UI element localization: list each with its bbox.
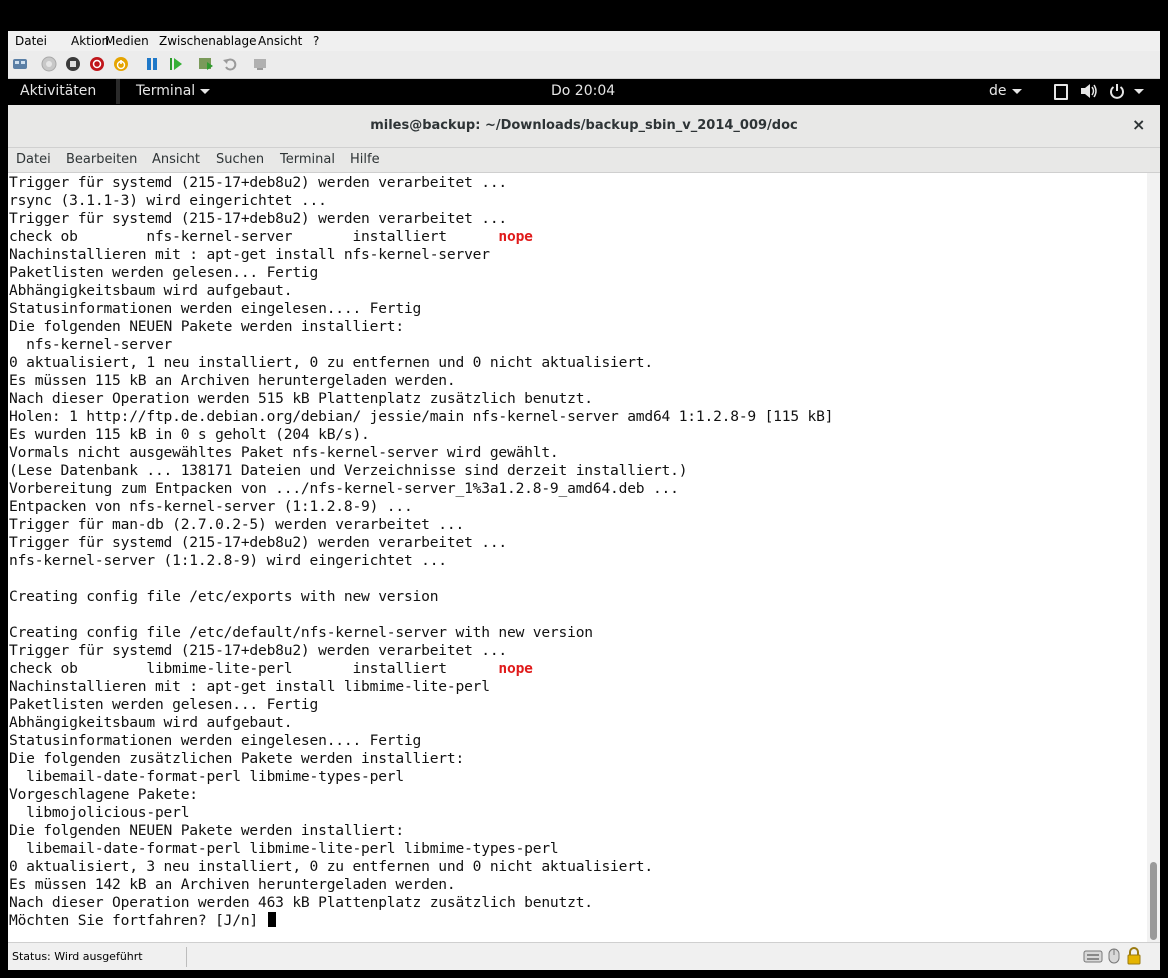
terminal-line: 0 aktualisiert, 3 neu installiert, 0 zu … bbox=[9, 858, 653, 875]
pause-icon[interactable] bbox=[144, 56, 160, 72]
terminal-line: Paketlisten werden gelesen... Fertig bbox=[9, 696, 319, 713]
terminal-line: Trigger für systemd (215-17+deb8u2) werd… bbox=[9, 210, 507, 227]
terminal-line: check ob nfs-kernel-server installiert n… bbox=[9, 228, 533, 245]
terminal-line: libemail-date-format-perl libmime-lite-p… bbox=[9, 840, 559, 857]
checkpoint-icon[interactable] bbox=[198, 56, 214, 72]
host-menu-zwischenablage[interactable]: Zwischenablage bbox=[159, 34, 256, 48]
turn-off-icon[interactable] bbox=[65, 56, 81, 72]
keyboard-layout[interactable]: de bbox=[989, 83, 1007, 99]
activities-button[interactable]: Aktivitäten bbox=[20, 83, 96, 99]
host-menu-aktion[interactable]: Aktion bbox=[71, 34, 109, 48]
host-menu-ansicht[interactable]: Ansicht bbox=[258, 34, 302, 48]
terminal-line: Vormals nicht ausgewähltes Paket nfs-ker… bbox=[9, 444, 559, 461]
app-menu-terminal[interactable]: Terminal bbox=[136, 83, 195, 99]
ctrl-alt-del-icon[interactable] bbox=[12, 56, 28, 72]
terminal-line: Creating config file /etc/exports with n… bbox=[9, 588, 439, 605]
terminal-titlebar: miles@backup: ~/Downloads/backup_sbin_v_… bbox=[8, 105, 1160, 148]
terminal-line: Abhängigkeitsbaum wird aufgebaut. bbox=[9, 282, 293, 299]
terminal-line: Die folgenden NEUEN Pakete werden instal… bbox=[9, 822, 404, 839]
terminal-menubar: Datei Bearbeiten Ansicht Suchen Terminal… bbox=[8, 148, 1160, 173]
terminal-line: Vorgeschlagene Pakete: bbox=[9, 786, 198, 803]
status-nope-label: nope bbox=[498, 660, 533, 677]
terminal-line: Es müssen 142 kB an Archiven heruntergel… bbox=[9, 876, 456, 893]
terminal-line: Vorbereitung zum Entpacken von .../nfs-k… bbox=[9, 480, 679, 497]
power-icon[interactable] bbox=[1109, 83, 1125, 99]
terminal-line: rsync (3.1.1-3) wird eingerichtet ... bbox=[9, 192, 327, 209]
scrollbar[interactable] bbox=[1147, 173, 1160, 942]
terminal-line: Trigger für systemd (215-17+deb8u2) werd… bbox=[9, 174, 507, 191]
terminal-line: Trigger für systemd (215-17+deb8u2) werd… bbox=[9, 534, 507, 551]
host-statusbar: Status: Wird ausgeführt bbox=[8, 942, 1160, 970]
lock-icon bbox=[1127, 947, 1141, 965]
enhanced-session-icon[interactable] bbox=[252, 56, 268, 72]
system-menu-chevron-down-icon[interactable] bbox=[1134, 89, 1144, 94]
host-menu-datei[interactable]: Datei bbox=[15, 34, 47, 48]
terminal-line: libmojolicious-perl bbox=[9, 804, 190, 821]
terminal-line: nfs-kernel-server (1:1.2.8-9) wird einge… bbox=[9, 552, 447, 569]
terminal-line: Nachinstallieren mit : apt-get install l… bbox=[9, 678, 490, 695]
window-title: miles@backup: ~/Downloads/backup_sbin_v_… bbox=[370, 118, 798, 133]
keyboard-icon bbox=[1083, 950, 1103, 963]
terminal-line: (Lese Datenbank ... 138171 Dateien und V… bbox=[9, 462, 688, 479]
terminal-output[interactable]: Trigger für systemd (215-17+deb8u2) werd… bbox=[8, 173, 1147, 942]
terminal-line: 0 aktualisiert, 1 neu installiert, 0 zu … bbox=[9, 354, 653, 371]
terminal-line: check ob libmime-lite-perl installiert n… bbox=[9, 660, 533, 677]
start-icon[interactable] bbox=[41, 56, 57, 72]
terminal-line: nfs-kernel-server bbox=[9, 336, 173, 353]
status-nope-label: nope bbox=[498, 228, 533, 245]
terminal-line: Die folgenden NEUEN Pakete werden instal… bbox=[9, 318, 404, 335]
shutdown-icon[interactable] bbox=[89, 56, 105, 72]
terminal-line: Möchten Sie fortfahren? [J/n] bbox=[9, 912, 276, 930]
terminal-line: Nach dieser Operation werden 463 kB Plat… bbox=[9, 894, 593, 911]
terminal-line: Entpacken von nfs-kernel-server (1:1.2.8… bbox=[9, 498, 413, 515]
clock[interactable]: Do 20:04 bbox=[551, 83, 615, 99]
window-overview-icon[interactable] bbox=[1054, 84, 1068, 100]
terminal-line: libemail-date-format-perl libmime-types-… bbox=[9, 768, 404, 785]
menu-bearbeiten[interactable]: Bearbeiten bbox=[66, 152, 137, 167]
host-menubar: Datei Aktion Medien Zwischenablage Ansic… bbox=[8, 31, 1160, 51]
host-toolbar bbox=[8, 51, 1160, 79]
menu-terminal[interactable]: Terminal bbox=[280, 152, 335, 167]
resume-icon[interactable] bbox=[168, 56, 184, 72]
terminal-line: Statusinformationen werden eingelesen...… bbox=[9, 300, 422, 317]
terminal-line: Nach dieser Operation werden 515 kB Plat… bbox=[9, 390, 593, 407]
host-menu-help[interactable]: ? bbox=[313, 34, 319, 48]
app-menu-separator bbox=[116, 79, 120, 104]
terminal-line: Die folgenden zusätzlichen Pakete werden… bbox=[9, 750, 465, 767]
terminal-line: Paketlisten werden gelesen... Fertig bbox=[9, 264, 319, 281]
app-menu-chevron-down-icon[interactable] bbox=[200, 89, 210, 94]
status-text: Status: Wird ausgeführt bbox=[12, 950, 143, 963]
menu-ansicht[interactable]: Ansicht bbox=[152, 152, 200, 167]
terminal-line: Trigger für systemd (215-17+deb8u2) werd… bbox=[9, 642, 507, 659]
terminal-line: Holen: 1 http://ftp.de.debian.org/debian… bbox=[9, 408, 834, 425]
gnome-top-bar: Aktivitäten Terminal Do 20:04 de bbox=[8, 79, 1160, 104]
menu-suchen[interactable]: Suchen bbox=[216, 152, 264, 167]
status-separator bbox=[186, 947, 187, 967]
terminal-line: Es müssen 115 kB an Archiven heruntergel… bbox=[9, 372, 456, 389]
scrollbar-thumb[interactable] bbox=[1150, 862, 1157, 940]
mouse-icon bbox=[1108, 948, 1120, 964]
terminal-line: Nachinstallieren mit : apt-get install n… bbox=[9, 246, 490, 263]
terminal-line: Trigger für man-db (2.7.0.2-5) werden ve… bbox=[9, 516, 465, 533]
close-icon[interactable]: × bbox=[1132, 115, 1145, 134]
terminal-line: Creating config file /etc/default/nfs-ke… bbox=[9, 624, 593, 641]
menu-hilfe[interactable]: Hilfe bbox=[350, 152, 380, 167]
keyboard-chevron-down-icon[interactable] bbox=[1012, 89, 1022, 94]
revert-icon[interactable] bbox=[222, 56, 238, 72]
terminal-line: Abhängigkeitsbaum wird aufgebaut. bbox=[9, 714, 293, 731]
terminal-line: Es wurden 115 kB in 0 s geholt (204 kB/s… bbox=[9, 426, 370, 443]
text-cursor bbox=[267, 912, 276, 927]
menu-datei[interactable]: Datei bbox=[16, 152, 51, 167]
volume-icon[interactable] bbox=[1080, 83, 1098, 99]
terminal-line: Statusinformationen werden eingelesen...… bbox=[9, 732, 422, 749]
save-icon[interactable] bbox=[113, 56, 129, 72]
host-menu-medien[interactable]: Medien bbox=[105, 34, 149, 48]
